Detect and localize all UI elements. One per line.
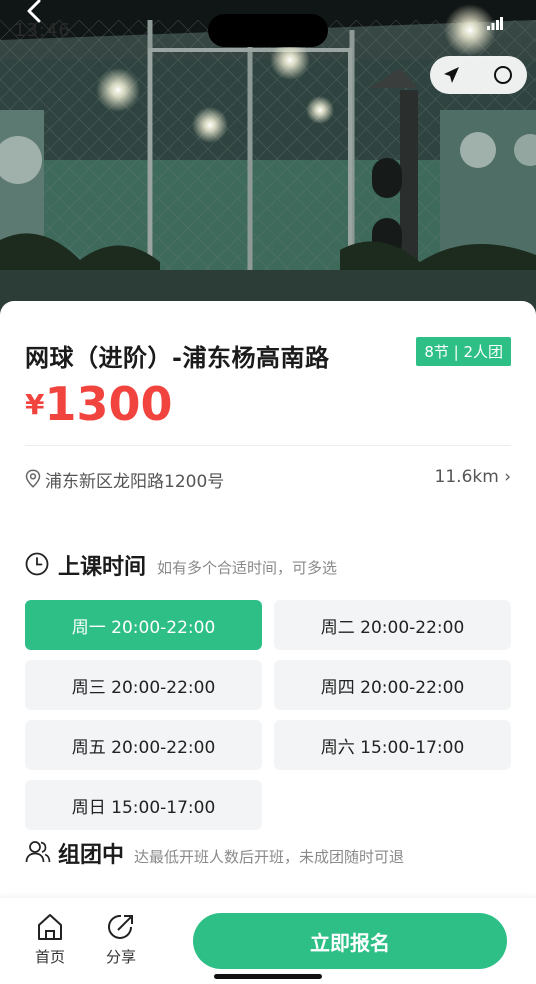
schedule-hint: 如有多个合适时间，可多选 <box>157 559 338 577</box>
course-title: 网球（进阶）-浦东杨高南路 <box>25 344 330 372</box>
group-hint: 达最低开班人数后开班，未成团随时可退 <box>134 848 405 866</box>
location-pin-icon <box>25 469 41 488</box>
home-icon <box>38 914 62 940</box>
time-slot[interactable]: 周四 20:00-22:00 <box>274 660 511 710</box>
share-label: 分享 <box>105 948 136 966</box>
hero-photo <box>0 0 536 320</box>
time-slot[interactable]: 周二 20:00-22:00 <box>274 600 511 650</box>
group-title: 组团中 <box>58 843 125 868</box>
target-circle-icon[interactable] <box>494 66 512 84</box>
divider <box>25 445 511 446</box>
home-indicator <box>214 974 322 979</box>
share-icon <box>108 914 133 939</box>
course-price: ¥1300 <box>25 377 173 431</box>
signup-button[interactable]: 立即报名 <box>193 913 507 969</box>
time-slot[interactable]: 周五 20:00-22:00 <box>25 720 262 770</box>
camera-notch <box>208 14 328 47</box>
home-label: 首页 <box>34 948 65 966</box>
bottom-action-bar: 首页 分享 立即报名 <box>0 898 536 984</box>
back-arrow-icon[interactable] <box>22 0 48 24</box>
price-value: 1300 <box>44 377 173 431</box>
currency-symbol: ¥ <box>25 388 45 421</box>
clock-icon <box>25 552 49 576</box>
course-badge: 8节 | 2人团 <box>416 337 511 366</box>
time-slot[interactable]: 周一 20:00-22:00 <box>25 600 262 650</box>
time-slot[interactable]: 周六 15:00-17:00 <box>274 720 511 770</box>
group-icon <box>25 841 51 863</box>
share-button[interactable]: 分享 <box>96 912 146 967</box>
course-info-card: 网球（进阶）-浦东杨高南路 8节 | 2人团 ¥1300 浦东新区龙阳路1200… <box>0 301 536 519</box>
course-address[interactable]: 浦东新区龙阳路1200号 <box>45 467 224 492</box>
course-distance[interactable]: 11.6km › <box>435 467 511 487</box>
home-button[interactable]: 首页 <box>25 912 75 967</box>
schedule-title: 上课时间 <box>58 555 147 580</box>
miniprogram-capsule <box>430 56 527 94</box>
tennis-court-photo <box>0 0 536 320</box>
time-slot[interactable]: 周三 20:00-22:00 <box>25 660 262 710</box>
navigation-arrow-icon[interactable] <box>442 66 460 84</box>
signal-icon <box>487 17 503 30</box>
time-slot[interactable]: 周日 15:00-17:00 <box>25 780 262 830</box>
